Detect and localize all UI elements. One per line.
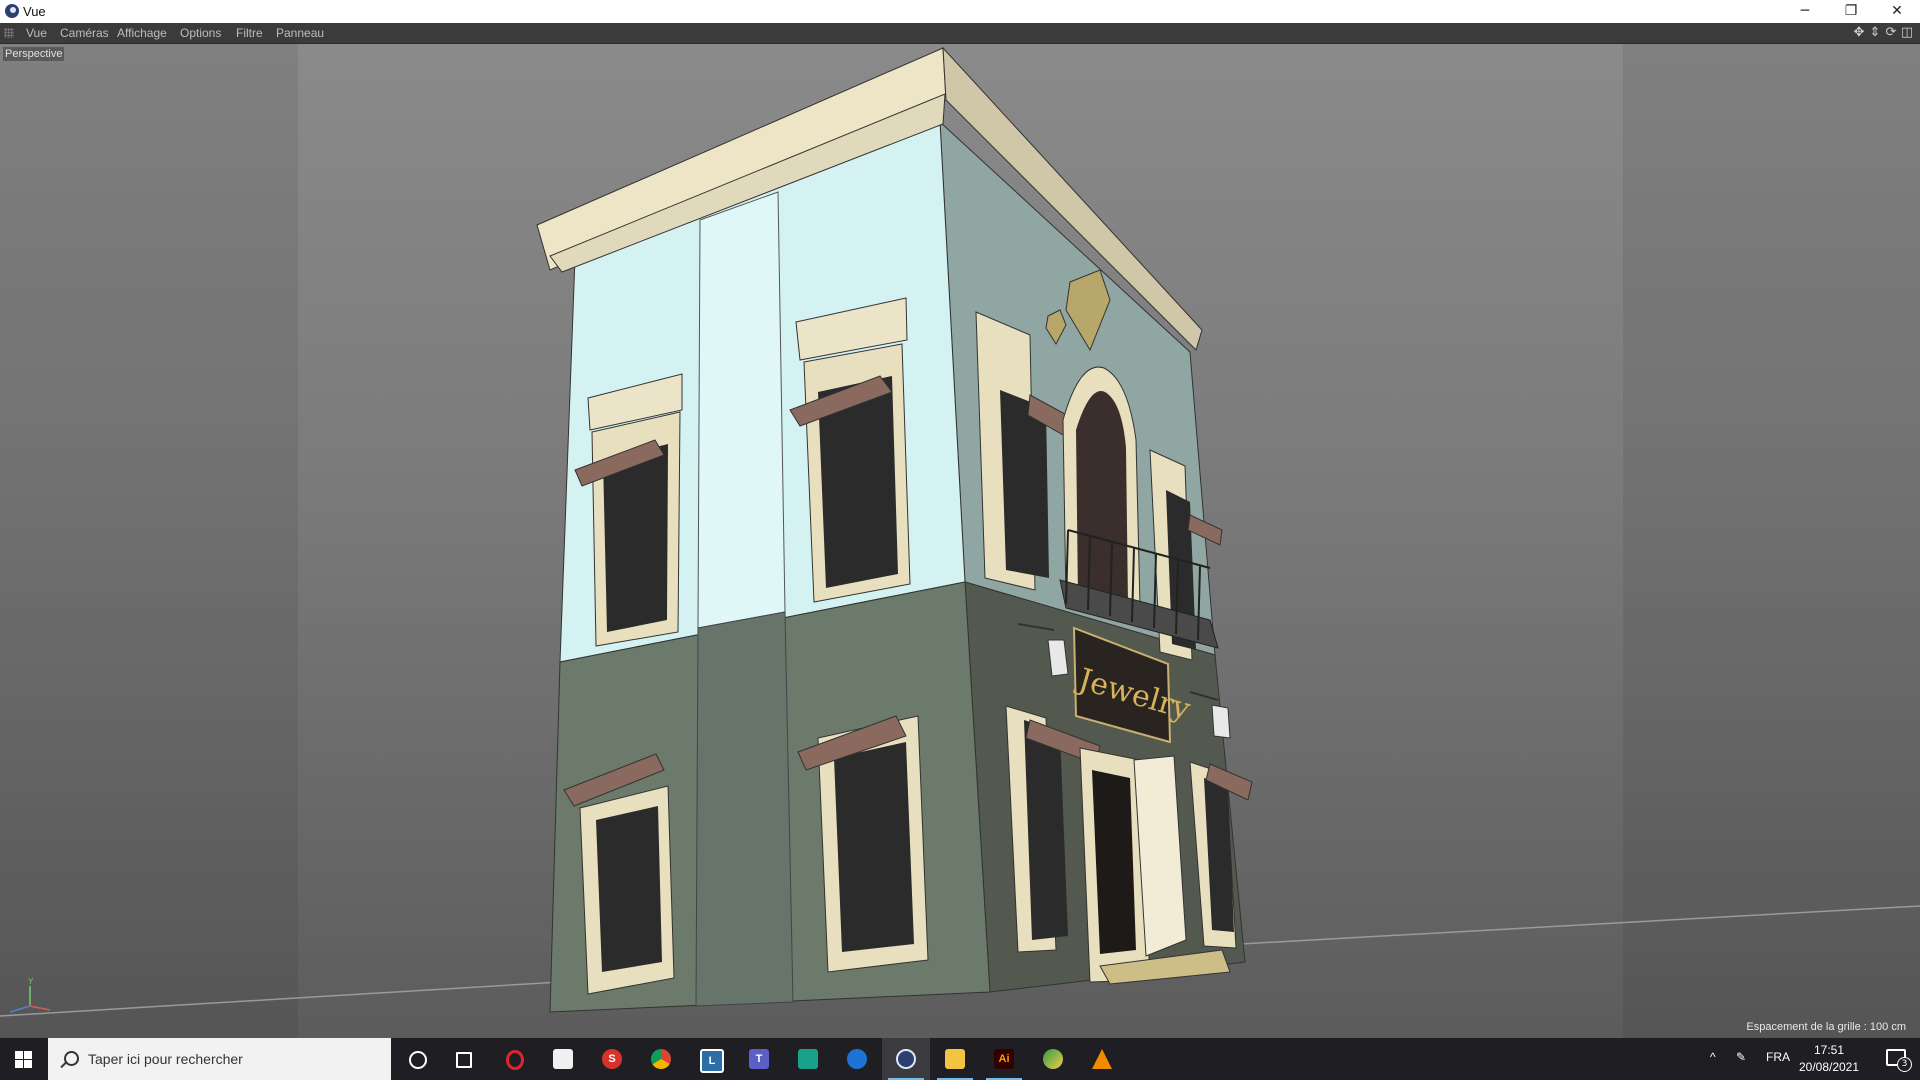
move-view-icon[interactable]: ✥ bbox=[1852, 25, 1866, 41]
menu-affichage[interactable]: Affichage bbox=[117, 26, 167, 40]
search-icon bbox=[64, 1051, 79, 1066]
opera-icon[interactable] bbox=[490, 1038, 538, 1080]
menu-cameras[interactable]: Caméras bbox=[60, 26, 109, 40]
illustrator-icon[interactable]: Ai bbox=[980, 1038, 1028, 1080]
menu-vue[interactable]: Vue bbox=[26, 26, 47, 40]
notification-center-icon[interactable]: 3 bbox=[1886, 1049, 1912, 1072]
zoom-view-icon[interactable]: ⇕ bbox=[1868, 25, 1882, 41]
restore-button[interactable]: ❐ bbox=[1828, 0, 1874, 23]
view-navigation-tools: ✥ ⇕ ⟳ ◫ bbox=[1852, 25, 1914, 41]
task-view-icon[interactable] bbox=[440, 1038, 488, 1080]
3d-viewport[interactable]: Jewelry Y Perspective Espacement de la g… bbox=[0, 44, 1920, 1038]
rotate-view-icon[interactable]: ⟳ bbox=[1884, 25, 1898, 41]
chrome-icon[interactable] bbox=[637, 1038, 685, 1080]
start-button[interactable] bbox=[0, 1038, 48, 1080]
axis-y-label: Y bbox=[28, 977, 34, 986]
lower-pilaster bbox=[695, 611, 794, 1007]
menu-filtre[interactable]: Filtre bbox=[236, 26, 263, 40]
edge-legacy-icon[interactable] bbox=[1029, 1038, 1077, 1080]
windows-taskbar: Taper ici pour rechercher S L T Ai ^ ✎ F… bbox=[0, 1038, 1920, 1080]
window-title: Vue bbox=[23, 4, 46, 19]
window-3-glass bbox=[596, 806, 662, 972]
wall-lamp-right bbox=[1211, 704, 1231, 739]
menu-options[interactable]: Options bbox=[180, 26, 221, 40]
axis-gizmo: Y bbox=[9, 977, 51, 1013]
arched-window-glass bbox=[1076, 391, 1128, 604]
l-app-icon[interactable]: L bbox=[686, 1038, 734, 1080]
scene-render[interactable]: Jewelry Y bbox=[0, 44, 1920, 1038]
camera-label[interactable]: Perspective bbox=[3, 47, 65, 61]
taskbar-search-box[interactable]: Taper ici pour rechercher bbox=[48, 1038, 391, 1080]
menu-panneau[interactable]: Panneau bbox=[276, 26, 324, 40]
store-icon[interactable] bbox=[539, 1038, 587, 1080]
cortana-icon[interactable] bbox=[392, 1038, 440, 1080]
cinema4d-icon[interactable] bbox=[882, 1038, 930, 1080]
app-s-icon[interactable]: S bbox=[588, 1038, 636, 1080]
grid-line-left bbox=[0, 981, 561, 1017]
axis-x-line bbox=[29, 1005, 51, 1011]
panel-grip-icon[interactable] bbox=[4, 28, 14, 38]
notification-count-badge: 3 bbox=[1897, 1057, 1912, 1072]
teams-icon[interactable]: T bbox=[735, 1038, 783, 1080]
green-app-icon[interactable] bbox=[784, 1038, 832, 1080]
building-model: Jewelry bbox=[536, 46, 1253, 1013]
pen-icon[interactable]: ✎ bbox=[1736, 1050, 1746, 1064]
grid-line-right bbox=[1239, 905, 1920, 945]
explorer-icon[interactable] bbox=[931, 1038, 979, 1080]
windows-logo-icon bbox=[15, 1051, 32, 1068]
front-pilaster bbox=[697, 191, 786, 629]
wall-lamp-left bbox=[1047, 639, 1069, 677]
vlc-icon[interactable] bbox=[1078, 1038, 1126, 1080]
window-titlebar: Vue ─ ❐ ✕ bbox=[0, 0, 1920, 23]
switch-view-icon[interactable]: ◫ bbox=[1900, 25, 1914, 41]
close-button[interactable]: ✕ bbox=[1874, 0, 1920, 23]
clock-date: 20/08/2021 bbox=[1798, 1060, 1860, 1074]
blue-app-icon[interactable] bbox=[833, 1038, 881, 1080]
tray-overflow-icon[interactable]: ^ bbox=[1710, 1050, 1716, 1064]
minimize-button[interactable]: ─ bbox=[1782, 0, 1828, 23]
viewport-menubar: Vue Caméras Affichage Options Filtre Pan… bbox=[0, 23, 1920, 44]
axis-z-line bbox=[9, 1005, 31, 1013]
grid-spacing-label: Espacement de la grille : 100 cm bbox=[1746, 1021, 1906, 1033]
language-indicator[interactable]: FRA bbox=[1766, 1050, 1790, 1064]
window-4-glass bbox=[834, 742, 914, 952]
taskbar-clock[interactable]: 17:51 20/08/2021 bbox=[1794, 1042, 1864, 1076]
cinema4d-app-icon bbox=[5, 4, 19, 18]
search-placeholder: Taper ici pour rechercher bbox=[88, 1051, 243, 1067]
clock-time: 17:51 bbox=[1813, 1043, 1845, 1057]
